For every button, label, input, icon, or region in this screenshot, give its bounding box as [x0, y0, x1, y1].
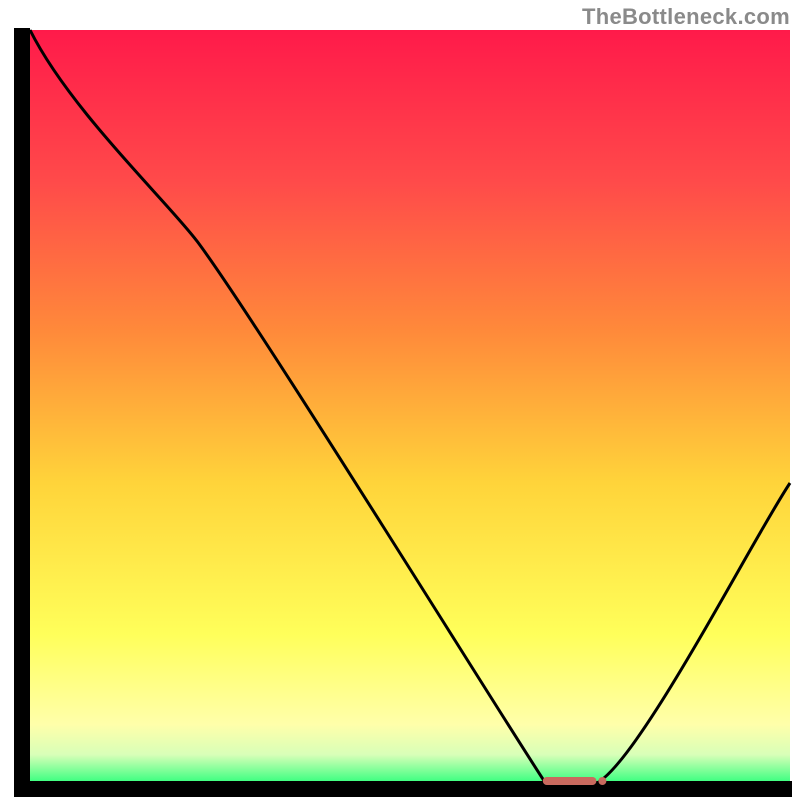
chart-container: TheBottleneck.com: [0, 0, 800, 800]
chart-svg: [0, 0, 800, 800]
optimal-marker-dot: [598, 777, 606, 785]
attribution-label: TheBottleneck.com: [582, 4, 790, 30]
plot-background: [30, 30, 790, 785]
